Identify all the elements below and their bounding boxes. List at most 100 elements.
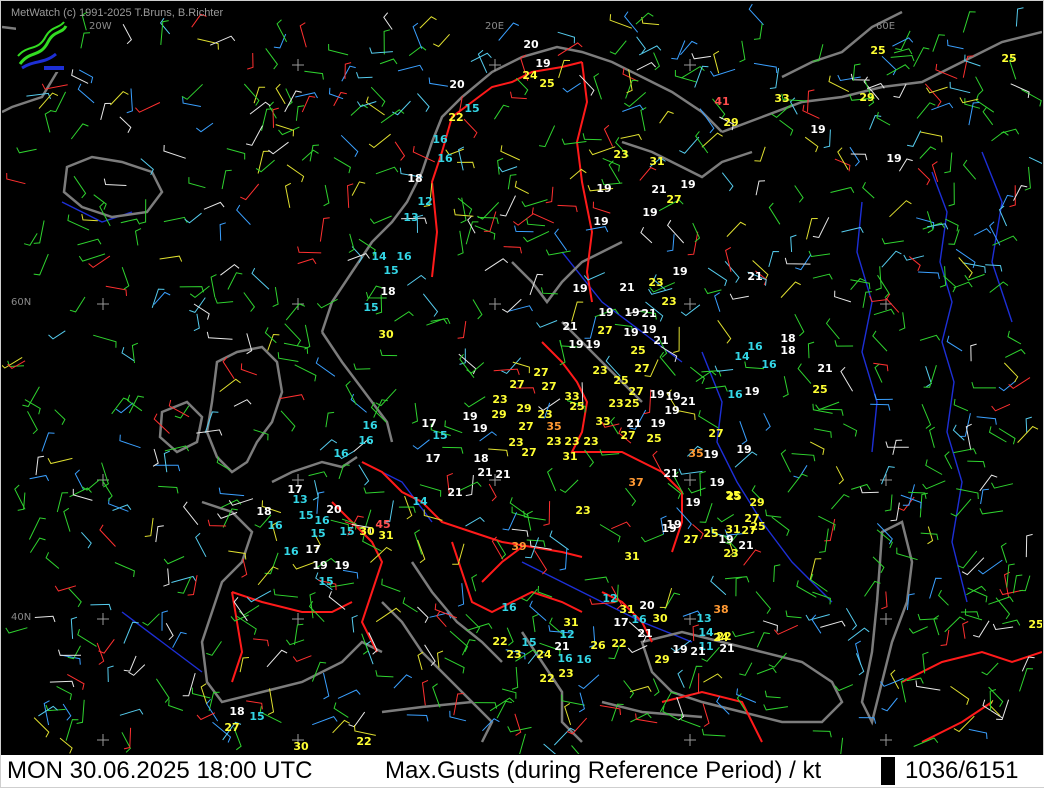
wind-barb <box>182 672 196 697</box>
wind-barb <box>78 69 94 84</box>
wind-barb <box>578 692 585 713</box>
wind-barb <box>906 593 915 611</box>
wind-barb <box>636 61 656 71</box>
wind-barb <box>174 405 190 419</box>
status-bar: MON 30.06.2025 18:00 UTC Max.Gusts (duri… <box>1 755 1044 787</box>
wind-barb <box>422 293 439 317</box>
gust-value: 19 <box>650 417 665 430</box>
gust-value: 19 <box>810 123 825 136</box>
wind-barb <box>70 616 78 639</box>
wind-barb <box>351 614 358 633</box>
gust-value: 21 <box>747 270 762 283</box>
gust-value: 37 <box>628 476 643 489</box>
wind-barb <box>161 610 169 631</box>
gust-value: 19 <box>312 559 327 572</box>
parameter-label: Max.Gusts (during Reference Period) / kt <box>385 757 822 784</box>
wind-barb <box>922 480 946 490</box>
gust-value: 19 <box>472 422 487 435</box>
wind-barb <box>815 401 840 411</box>
wind-barb <box>268 141 289 155</box>
wind-barb <box>189 285 210 299</box>
wind-barb <box>354 724 376 736</box>
wind-barb <box>812 217 830 239</box>
wind-barb <box>755 591 772 614</box>
gust-value: 20 <box>449 78 465 91</box>
gust-value: 25 <box>812 383 827 396</box>
wind-barb <box>902 484 915 506</box>
wind-barb <box>279 394 305 401</box>
wind-barb <box>266 649 288 668</box>
wind-barb <box>182 501 199 526</box>
gust-value: 27 <box>597 324 612 337</box>
wind-barb <box>292 655 312 663</box>
wind-barb <box>69 296 86 313</box>
gust-value: 15 <box>298 509 313 522</box>
wind-barb <box>471 574 478 592</box>
gust-value: 17 <box>425 452 440 465</box>
wind-barb <box>449 710 467 722</box>
wind-barb <box>584 316 597 339</box>
wind-barb <box>622 104 644 112</box>
wind-barb <box>496 700 512 719</box>
wind-barb <box>301 95 316 113</box>
wind-barb <box>123 621 139 644</box>
wind-barb <box>56 685 72 701</box>
gust-value: 15 <box>339 525 354 538</box>
wind-barb <box>457 583 465 607</box>
wind-barb <box>739 662 753 676</box>
wind-barb <box>977 559 1003 575</box>
gust-value: 31 <box>649 155 664 168</box>
gust-value: 13 <box>292 493 307 506</box>
wind-barb <box>328 87 344 100</box>
wind-barb <box>953 448 977 455</box>
wind-barb <box>779 119 794 136</box>
wind-barb <box>991 482 1014 489</box>
wind-barb <box>546 467 557 492</box>
gust-value: 16 <box>631 613 647 626</box>
wind-barb <box>677 669 685 688</box>
wind-barb <box>920 131 943 143</box>
wind-barb <box>219 222 226 241</box>
wind-barb <box>34 615 56 623</box>
wind-barb <box>111 397 130 415</box>
wind-barb <box>272 287 279 308</box>
gust-value: 14 <box>698 626 714 639</box>
gust-value: 39 <box>511 540 526 553</box>
wind-barb <box>363 487 385 494</box>
wind-barb <box>255 159 275 173</box>
wind-barb <box>152 448 159 467</box>
wind-barb <box>368 133 391 149</box>
status-separator <box>881 757 895 785</box>
gust-value: 27 <box>509 378 524 391</box>
wind-barb <box>724 260 740 283</box>
wind-barb <box>332 719 350 734</box>
wind-barb <box>592 201 611 214</box>
wind-barb <box>890 502 900 522</box>
wind-barb <box>283 342 309 354</box>
wind-barb <box>375 166 399 175</box>
gust-value: 24 <box>522 69 538 82</box>
wind-barb <box>681 65 705 79</box>
gust-value: 21 <box>641 307 656 320</box>
wind-barb <box>1006 563 1015 588</box>
wind-barb <box>41 432 55 452</box>
gust-value: 23 <box>575 504 590 517</box>
wind-barb <box>913 47 930 67</box>
wind-barb <box>571 301 584 322</box>
wind-barb <box>768 202 781 225</box>
wind-barb <box>501 688 517 699</box>
wind-barb <box>755 180 766 196</box>
wind-barb <box>794 185 804 203</box>
wind-barb <box>688 665 703 689</box>
wind-barb <box>582 133 602 141</box>
gust-value: 35 <box>688 447 703 460</box>
wind-barb <box>81 531 92 549</box>
wind-barb <box>62 703 72 721</box>
wind-barb <box>168 699 184 711</box>
wind-barb <box>834 340 854 347</box>
wind-barb <box>885 441 909 448</box>
gust-value: 29 <box>491 408 506 421</box>
wind-barb <box>184 212 202 224</box>
wind-barb <box>158 485 179 494</box>
wind-barb <box>831 493 850 510</box>
